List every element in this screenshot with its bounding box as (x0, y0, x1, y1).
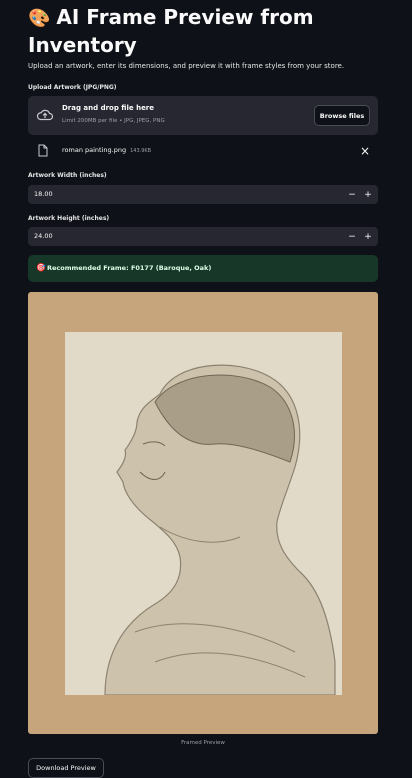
height-label: Artwork Height (inches) (28, 215, 110, 222)
upload-label: Upload Artwork (JPG/PNG) (28, 84, 117, 91)
recommendation-text: Recommended Frame: F0177 (Baroque, Oak) (47, 264, 212, 272)
width-value[interactable]: 18.00 (34, 190, 53, 198)
width-input[interactable]: 18.00 − + (28, 185, 378, 204)
preview-caption: Framed Preview (181, 740, 225, 746)
uploaded-file-row: roman painting.png 143.9KB × (28, 140, 378, 162)
file-icon (38, 144, 48, 157)
framed-preview-image (28, 292, 378, 734)
width-decrement-button[interactable]: − (344, 187, 360, 202)
height-value[interactable]: 24.00 (34, 232, 53, 240)
height-increment-button[interactable]: + (360, 229, 376, 244)
page-subtitle: Upload an artwork, enter its dimensions,… (28, 62, 345, 70)
target-icon: 🎯 (36, 263, 46, 272)
remove-file-icon[interactable]: × (360, 144, 370, 158)
download-preview-button[interactable]: Download Preview (28, 758, 104, 778)
file-name: roman painting.png 143.9KB (62, 146, 152, 154)
cloud-upload-icon (36, 109, 54, 121)
dropzone-limit: Limit 200MB per file • JPG, JPEG, PNG (62, 118, 165, 124)
file-dropzone[interactable]: Drag and drop file here Limit 200MB per … (28, 96, 378, 135)
width-label: Artwork Width (inches) (28, 172, 107, 179)
palette-icon: 🎨 (28, 8, 51, 29)
width-increment-button[interactable]: + (360, 187, 376, 202)
artwork-image (65, 332, 342, 695)
dropzone-text: Drag and drop file here (62, 104, 155, 112)
page-title-text: AI Frame Preview from Inventory (28, 5, 314, 57)
page-title: 🎨 AI Frame Preview from Inventory (28, 4, 398, 58)
recommendation-alert: 🎯 Recommended Frame: F0177 (Baroque, Oak… (28, 255, 378, 282)
file-size: 143.9KB (130, 148, 152, 154)
height-input[interactable]: 24.00 − + (28, 227, 378, 246)
browse-files-button[interactable]: Browse files (314, 105, 370, 126)
roman-bust-drawing (65, 332, 342, 695)
height-decrement-button[interactable]: − (344, 229, 360, 244)
